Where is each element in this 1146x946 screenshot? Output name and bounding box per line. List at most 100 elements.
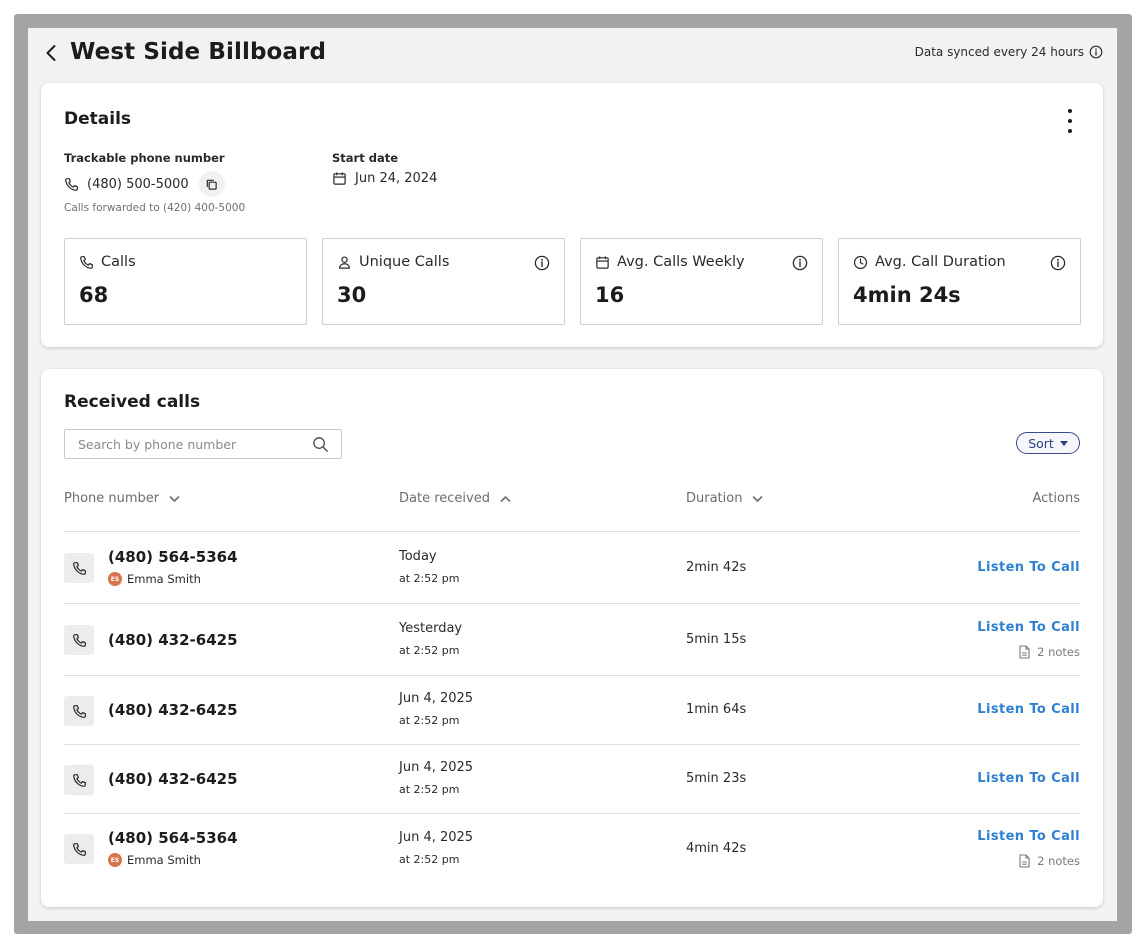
listen-to-call-link[interactable]: Listen To Call <box>977 829 1080 844</box>
stat-header: Avg. Calls Weekly <box>595 254 745 270</box>
stat-label: Calls <box>101 254 136 270</box>
caller-name-text: Emma Smith <box>127 572 201 586</box>
time-received: at 2:52 pm <box>399 714 460 727</box>
listen-to-call-link[interactable]: Listen To Call <box>977 702 1080 717</box>
call-icon-tile <box>64 834 94 864</box>
sync-text: Data synced every 24 hours <box>914 45 1084 59</box>
search-field <box>64 429 342 459</box>
caller-phone-number: (480) 564-5364 <box>108 829 238 847</box>
copy-button[interactable] <box>198 171 225 197</box>
call-duration: 1min 64s <box>686 702 747 717</box>
listen-to-call-link[interactable]: Listen To Call <box>977 771 1080 786</box>
time-received: at 2:52 pm <box>399 644 460 657</box>
kebab-dot-icon <box>1068 109 1072 113</box>
stat-header: Calls <box>79 254 136 270</box>
caller-phone-number: (480) 432-6425 <box>108 631 238 649</box>
date-received: Jun 4, 2025 <box>399 760 474 775</box>
chevron-down-icon <box>753 495 763 502</box>
chevron-down-icon <box>169 495 180 502</box>
calendar-icon <box>596 255 609 269</box>
time-received: at 2:52 pm <box>399 572 460 585</box>
table-row: (480) 564-5364 ES Emma Smith Jun 4, 2025… <box>64 814 1080 886</box>
caller-name-text: Emma Smith <box>127 853 201 867</box>
phone-icon <box>80 255 93 269</box>
document-icon <box>1019 854 1030 868</box>
chevron-up-icon <box>500 495 511 502</box>
start-date-value: Jun 24, 2024 <box>355 171 438 186</box>
received-calls-card: Received calls Sort Phone number Date re… <box>41 369 1103 907</box>
table-row: (480) 432-6425 Jun 4, 2025 at 2:52 pm 5m… <box>64 745 1080 814</box>
app-window: West Side Billboard Data synced every 24… <box>28 28 1117 921</box>
time-received: at 2:52 pm <box>399 853 460 866</box>
phone-icon <box>72 773 86 787</box>
stat-label: Avg. Call Duration <box>875 254 1006 270</box>
date-received: Yesterday <box>399 621 463 636</box>
stat-value: 68 <box>79 283 109 307</box>
sort-label: Sort <box>1028 435 1054 451</box>
sort-button[interactable]: Sort <box>1016 432 1080 454</box>
phone-value: (480) 500-5000 <box>87 176 189 192</box>
date-received: Today <box>399 549 437 564</box>
notes-link[interactable]: 2 notes <box>1019 645 1080 659</box>
call-icon-tile <box>64 625 94 655</box>
kebab-dot-icon <box>1068 119 1072 123</box>
column-header-label: Duration <box>686 491 743 506</box>
avatar: ES <box>108 572 122 586</box>
caret-down-icon <box>1059 440 1068 446</box>
notes-count: 2 notes <box>1037 854 1080 868</box>
call-icon-tile <box>64 696 94 726</box>
listen-to-call-link[interactable]: Listen To Call <box>977 620 1080 635</box>
stat-label: Unique Calls <box>359 254 450 270</box>
column-header-label: Actions <box>1032 491 1081 506</box>
phone-icon <box>72 704 86 718</box>
caller-phone-number: (480) 432-6425 <box>108 701 238 719</box>
start-date-label: Start date <box>332 151 399 165</box>
stat-value: 16 <box>595 283 625 307</box>
forward-note: Calls forwarded to (420) 400-5000 <box>64 202 246 214</box>
listen-to-call-link[interactable]: Listen To Call <box>977 560 1080 575</box>
person-icon <box>339 255 350 269</box>
details-card: Details Trackable phone number (480) 500… <box>41 83 1103 347</box>
call-icon-tile <box>64 553 94 583</box>
document-icon <box>1019 645 1030 659</box>
search-icon[interactable] <box>312 436 329 453</box>
calendar-icon <box>333 172 346 185</box>
avatar: ES <box>108 853 122 867</box>
table-row: (480) 432-6425 Jun 4, 2025 at 2:52 pm 1m… <box>64 676 1080 745</box>
kebab-dot-icon <box>1068 129 1072 133</box>
phone-icon <box>72 561 86 575</box>
page-title: West Side Billboard <box>70 39 327 65</box>
stat-label: Avg. Calls Weekly <box>617 254 745 270</box>
stat-header: Avg. Call Duration <box>853 254 1006 270</box>
notes-link[interactable]: 2 notes <box>1019 854 1080 868</box>
column-header-date[interactable]: Date received <box>399 491 511 506</box>
page-header: West Side Billboard Data synced every 24… <box>28 28 1117 82</box>
column-header-phone[interactable]: Phone number <box>64 491 180 506</box>
details-title: Details <box>64 109 132 129</box>
phone-icon <box>65 177 78 191</box>
caller-name: ES Emma Smith <box>108 572 201 586</box>
call-duration: 5min 23s <box>686 771 747 786</box>
column-header-duration[interactable]: Duration <box>686 491 763 506</box>
back-button[interactable] <box>42 42 60 64</box>
info-icon[interactable] <box>1089 45 1103 59</box>
info-icon[interactable] <box>534 255 550 271</box>
phone-label: Trackable phone number <box>64 151 225 165</box>
stat-value: 4min 24s <box>853 283 961 307</box>
info-icon[interactable] <box>792 255 808 271</box>
start-date: Jun 24, 2024 <box>332 171 437 186</box>
more-options-button[interactable] <box>1063 109 1077 133</box>
phone-icon <box>72 842 86 856</box>
stat-avg-call-duration: Avg. Call Duration 4min 24s <box>838 238 1081 325</box>
clock-icon <box>853 255 868 269</box>
search-input[interactable] <box>65 430 305 458</box>
call-icon-tile <box>64 765 94 795</box>
caller-phone-number: (480) 564-5364 <box>108 548 238 566</box>
caller-phone-number: (480) 432-6425 <box>108 770 238 788</box>
stat-avg-calls-weekly: Avg. Calls Weekly 16 <box>580 238 823 325</box>
table-row: (480) 564-5364 ES Emma Smith Today at 2:… <box>64 532 1080 604</box>
table-row: (480) 432-6425 Yesterday at 2:52 pm 5min… <box>64 604 1080 676</box>
info-icon[interactable] <box>1050 255 1066 271</box>
stat-unique-calls: Unique Calls 30 <box>322 238 565 325</box>
caller-name: ES Emma Smith <box>108 853 201 867</box>
